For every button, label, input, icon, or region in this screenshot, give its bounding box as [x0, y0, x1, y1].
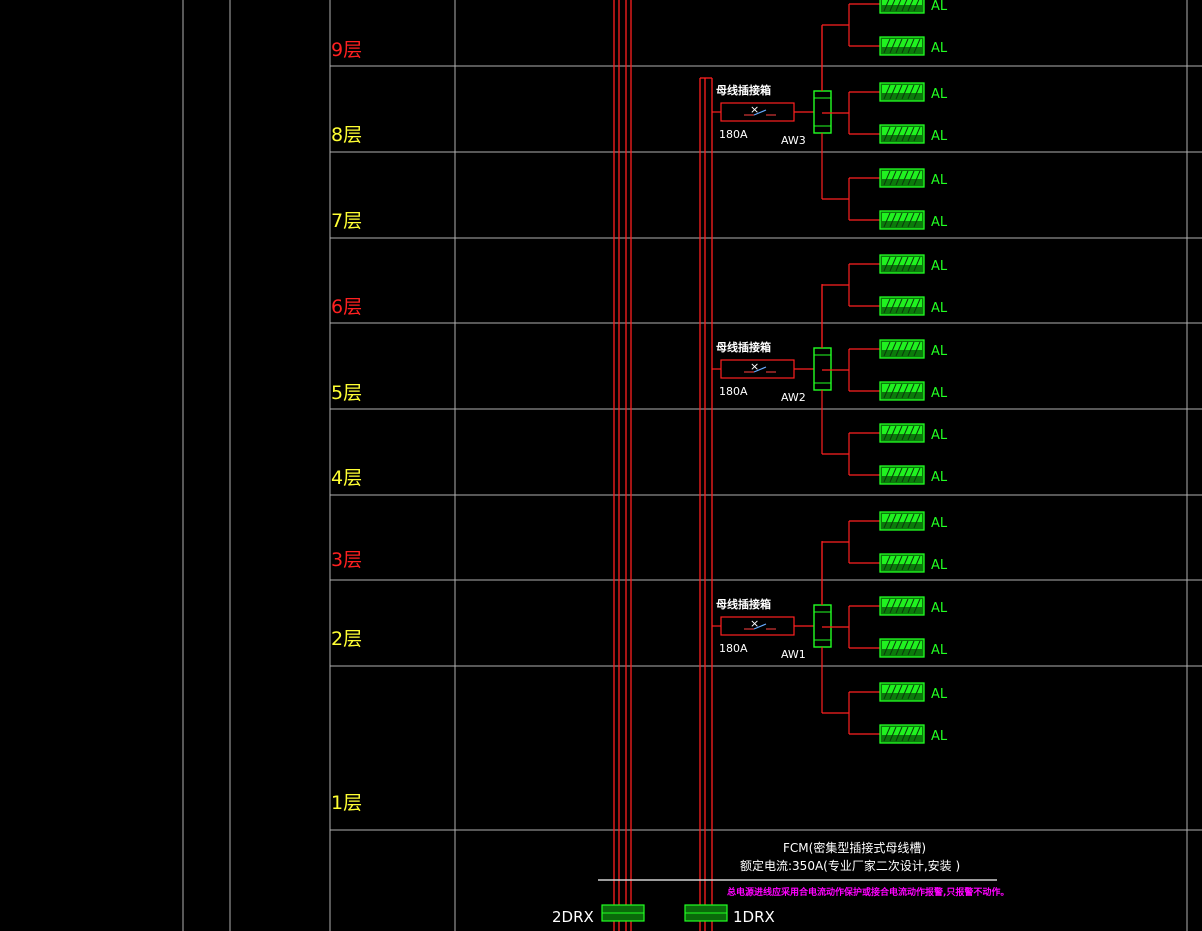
- tap-off-rating: 180A: [719, 642, 748, 655]
- distribution-block: [813, 90, 832, 134]
- feeder-boxes: 2DRX 1DRX: [552, 904, 775, 926]
- floor-labels: 9层 8层 7层 6层 5层 4层 3层 2层 1层: [331, 39, 362, 814]
- breaker-x-mark: ×: [750, 360, 759, 373]
- al-panel-label: AL: [931, 558, 948, 573]
- al-panel-label: AL: [931, 643, 948, 658]
- tap-off-units: 母线插接箱×180A AW3ALALALALALAL母线插接箱×180A AW2AL…: [712, 0, 948, 744]
- al-panel-label: AL: [931, 129, 948, 144]
- al-panel-label: AL: [931, 687, 948, 702]
- busway-risers: [613, 0, 713, 931]
- busway-notes: FCM(密集型插接式母线槽) 额定电流:350A(专业厂家二次设计,安装 ) 总…: [598, 840, 1009, 898]
- al-panel-label: AL: [931, 428, 948, 443]
- riser-diagram-canvas: 9层8层7层6层5层4层3层2层1层 母线插接箱×180A AW3ALALALAL…: [182, 0, 1202, 931]
- floor-label-4层: 4层: [331, 467, 362, 489]
- tap-off-tag: AW2: [781, 391, 806, 404]
- al-panel-label: AL: [931, 0, 948, 14]
- floor-label-7层: 7层: [331, 210, 362, 232]
- al-panel-label: AL: [931, 386, 948, 401]
- distribution-block: [813, 604, 832, 648]
- al-panel-label: AL: [931, 301, 948, 316]
- distribution-block: [813, 347, 832, 391]
- busway-note-line1: FCM(密集型插接式母线槽): [783, 840, 926, 855]
- busway-note-line2: 额定电流:350A(专业厂家二次设计,安装 ): [740, 858, 960, 873]
- floor-label-3层: 3层: [331, 549, 362, 571]
- tap-off-unit-aw3: 母线插接箱 ×180A AW3 AL AL AL AL AL AL: [712, 0, 948, 230]
- floor-label-5层: 5层: [331, 382, 362, 404]
- breaker-x-mark: ×: [750, 617, 759, 630]
- tap-off-unit-aw1: 母线插接箱 ×180A AW1 AL AL AL AL AL AL: [712, 511, 948, 744]
- al-panel-label: AL: [931, 173, 948, 188]
- al-panel-label: AL: [931, 215, 948, 230]
- breaker-x-mark: ×: [750, 103, 759, 116]
- feeder-label-1drx: 1DRX: [733, 908, 775, 926]
- tap-off-rating: 180A: [719, 128, 748, 141]
- al-panel-label: AL: [931, 470, 948, 485]
- tap-off-title: 母线插接箱: [716, 83, 771, 97]
- tap-off-unit-aw2: 母线插接箱 ×180A AW2 AL AL AL AL AL AL: [712, 254, 948, 485]
- tap-off-title: 母线插接箱: [716, 597, 771, 611]
- al-panel-label: AL: [931, 87, 948, 102]
- feeder-label-2drx: 2DRX: [552, 908, 594, 926]
- floor-label-1层: 1层: [331, 792, 362, 814]
- al-panel-label: AL: [931, 516, 948, 531]
- floor-label-6层: 6层: [331, 296, 362, 318]
- tap-off-rating: 180A: [719, 385, 748, 398]
- al-panel-label: AL: [931, 729, 948, 744]
- tap-off-title: 母线插接箱: [716, 340, 771, 354]
- al-panel-label: AL: [931, 259, 948, 274]
- al-panel-label: AL: [931, 41, 948, 56]
- floor-label-9层: 9层: [331, 39, 362, 61]
- al-panel-label: AL: [931, 344, 948, 359]
- floor-label-8层: 8层: [331, 124, 362, 146]
- al-panel-label: AL: [931, 601, 948, 616]
- busway-warning-note: 总电源进线应采用合电流动作保护或接合电流动作报警,只报警不动作。: [727, 886, 1009, 898]
- tap-off-tag: AW1: [781, 648, 806, 661]
- tap-off-tag: AW3: [781, 134, 806, 147]
- floor-label-2层: 2层: [331, 628, 362, 650]
